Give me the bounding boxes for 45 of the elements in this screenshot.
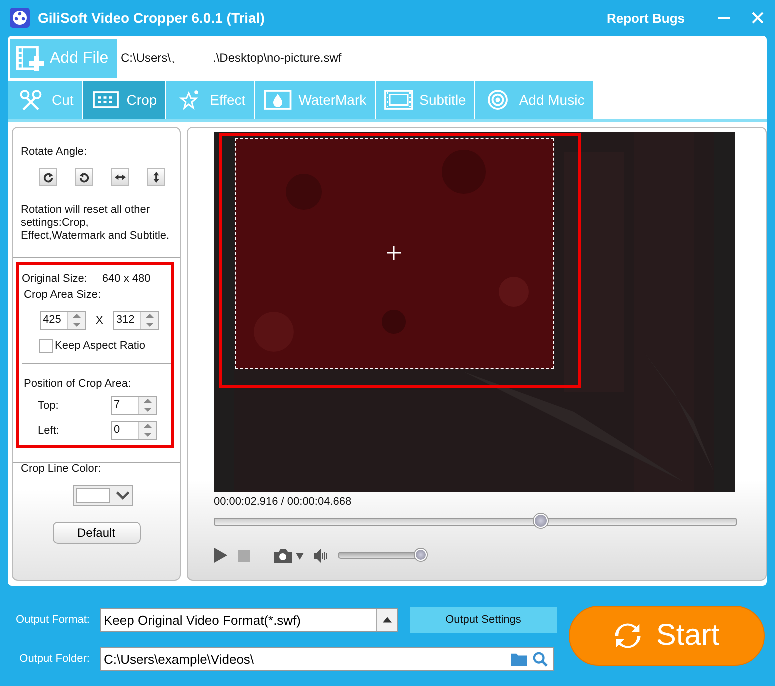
flip-button[interactable] [147,168,165,186]
playback-time: 00:00:02.916 / 00:00:04.668 [214,496,353,508]
original-size-value: 640 x 480 [102,273,151,285]
position-label: Position of Crop Area: [24,378,132,390]
search-icon[interactable] [532,652,549,666]
keep-aspect-ratio-checkbox[interactable]: Keep Aspect Ratio [39,339,171,353]
output-folder-field[interactable]: C:\Users\example\Videos\ [100,647,554,671]
rotate-right-icon [42,172,54,182]
folder-icon[interactable] [511,652,528,666]
times-sign: X [96,314,104,326]
camera-icon[interactable] [274,548,304,562]
file-path: C:\Users\、 .\Desktop\no-picture.swf [121,50,342,67]
output-settings-button[interactable]: Output Settings [410,607,557,633]
window-title: GiliSoft Video Cropper 6.0.1 (Trial) [38,10,265,26]
width-spinbox[interactable]: 425 [40,311,86,330]
volume-icon[interactable] [314,548,328,562]
rotation-note: Rotation will reset all other settings:Crop, Effect,Watermark and Subtitle. [21,204,171,243]
default-button[interactable]: Default [52,522,140,544]
add-file-icon [16,44,46,72]
drop-icon [262,88,293,112]
output-folder-label: Output Folder: [18,653,90,665]
film-icon [384,88,414,112]
left-spinbox[interactable]: 0 [111,421,157,440]
rotate-button[interactable] [75,168,93,186]
top-spinbox[interactable]: 7 [111,396,157,415]
crop-line-color-label: Crop Line Color: [21,463,102,475]
caret-up-icon [382,617,392,623]
original-size-label: Original Size: [22,273,88,285]
chevron-down-icon [116,491,130,501]
play-icon[interactable] [214,548,228,563]
close-icon[interactable] [751,11,765,25]
color-picker[interactable] [73,485,133,506]
refresh-icon [614,622,642,650]
output-format-dropdown[interactable]: Keep Original Video Format(*.swf) [100,608,398,632]
film-reel-icon [10,8,30,28]
crop-area-size-label: Crop Area Size: [24,289,102,301]
height-spinbox[interactable]: 312 [113,311,160,330]
top-label: Top: [38,400,59,412]
rotate-angle-label: Rotate Angle: [21,146,88,158]
crosshair-icon [387,246,401,260]
rotate-button[interactable] [39,168,57,186]
flip-button[interactable] [111,168,129,186]
output-format-label: Output Format: [15,614,90,626]
left-label: Left: [38,424,60,436]
rotate-left-icon [78,172,90,182]
